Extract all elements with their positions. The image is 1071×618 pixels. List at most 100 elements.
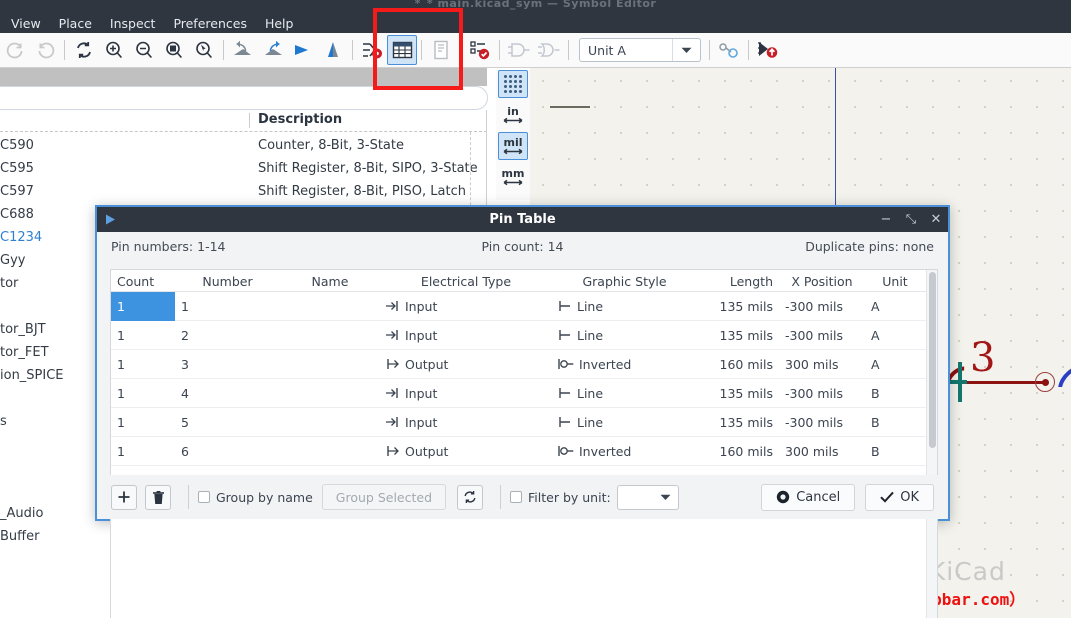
rotate-ccw-icon[interactable] bbox=[228, 35, 258, 65]
cell-count[interactable]: 1 bbox=[111, 291, 175, 321]
cell-unit[interactable]: B bbox=[865, 408, 925, 437]
cell-electrical-type[interactable]: Output bbox=[380, 437, 552, 466]
dialog-titlebar[interactable]: Pin Table − ⤡ ✕ bbox=[97, 207, 948, 232]
cell-number[interactable]: 5 bbox=[175, 408, 280, 437]
cell-unit[interactable]: B bbox=[865, 379, 925, 408]
cell-number[interactable]: 4 bbox=[175, 379, 280, 408]
column-header-count[interactable]: Count bbox=[111, 270, 175, 292]
chevron-down-icon[interactable] bbox=[660, 494, 671, 501]
table-row[interactable]: 1 4 Input Line 135 mils -300 mils B bbox=[111, 379, 937, 408]
filter-by-unit-checkbox[interactable]: Filter by unit: bbox=[510, 490, 611, 505]
cell-graphic-style[interactable]: Inverted bbox=[552, 437, 697, 466]
undo-rotate-icon[interactable] bbox=[0, 35, 30, 65]
zoom-in-icon[interactable] bbox=[99, 35, 129, 65]
cell-x-position[interactable]: -300 mils bbox=[779, 408, 865, 437]
group-by-name-checkbox[interactable]: Group by name bbox=[198, 490, 313, 505]
demorgan-alternate-icon[interactable] bbox=[534, 35, 564, 65]
mirror-vertical-icon[interactable] bbox=[318, 35, 348, 65]
cell-count[interactable]: 1 bbox=[111, 379, 175, 408]
cell-x-position[interactable]: -300 mils bbox=[779, 379, 865, 408]
filter-unit-select[interactable] bbox=[616, 484, 679, 510]
cell-length[interactable]: 135 mils bbox=[697, 379, 779, 408]
cell-count[interactable]: 1 bbox=[111, 350, 175, 379]
symbol-properties-icon[interactable] bbox=[357, 35, 387, 65]
cell-unit[interactable]: B bbox=[865, 437, 925, 466]
cell-name[interactable] bbox=[280, 350, 380, 379]
zoom-selection-icon[interactable] bbox=[189, 35, 219, 65]
cell-unit[interactable]: A bbox=[865, 321, 925, 350]
menu-item-view[interactable]: View bbox=[2, 15, 50, 32]
delete-pin-button[interactable] bbox=[145, 484, 171, 510]
cell-number[interactable]: 3 bbox=[175, 350, 280, 379]
checkbox-box[interactable] bbox=[198, 491, 210, 503]
refresh-table-button[interactable] bbox=[457, 484, 484, 510]
menu-item-place[interactable]: Place bbox=[50, 15, 101, 32]
unit-select[interactable]: Unit A bbox=[579, 38, 701, 62]
cell-length[interactable]: 160 mils bbox=[697, 350, 779, 379]
cell-electrical-type[interactable]: Output bbox=[380, 350, 552, 379]
cell-name[interactable] bbox=[280, 379, 380, 408]
refresh-icon[interactable] bbox=[69, 35, 99, 65]
export-symbol-icon[interactable] bbox=[753, 35, 783, 65]
cell-count[interactable]: 1 bbox=[111, 437, 175, 466]
cell-name[interactable] bbox=[280, 292, 380, 321]
cell-x-position[interactable]: -300 mils bbox=[779, 292, 865, 321]
symbol-tree-row[interactable]: C597 Shift Register, 8-Bit, PISO, Latch bbox=[0, 182, 487, 205]
pin-table-scrollbar-thumb[interactable] bbox=[929, 272, 936, 448]
pin-table-scrollbar[interactable] bbox=[926, 270, 937, 618]
table-row[interactable]: 1 2 Input Line 135 mils -300 mils A bbox=[111, 321, 937, 350]
table-row[interactable]: 1 6 Output Inverted 160 mils 300 mils B bbox=[111, 437, 937, 466]
rotate-cw-icon[interactable] bbox=[258, 35, 288, 65]
cell-name[interactable] bbox=[280, 321, 380, 350]
group-selected-button[interactable]: Group Selected bbox=[321, 484, 447, 510]
cell-name[interactable] bbox=[280, 408, 380, 437]
ok-button[interactable]: OK bbox=[865, 483, 934, 511]
zoom-fit-icon[interactable] bbox=[159, 35, 189, 65]
column-header-length[interactable]: Length bbox=[697, 270, 779, 292]
close-icon[interactable]: ✕ bbox=[930, 213, 942, 226]
cell-number[interactable]: 1 bbox=[175, 292, 280, 321]
pin-table-icon[interactable] bbox=[387, 35, 417, 65]
cell-unit[interactable]: A bbox=[865, 350, 925, 379]
cell-electrical-type[interactable]: Input bbox=[380, 321, 552, 350]
cell-count[interactable]: 1 bbox=[111, 321, 175, 350]
cell-graphic-style[interactable]: Inverted bbox=[552, 350, 697, 379]
add-pin-button[interactable] bbox=[111, 484, 137, 510]
cell-x-position[interactable]: 300 mils bbox=[779, 350, 865, 379]
cell-x-position[interactable]: 300 mils bbox=[779, 437, 865, 466]
column-header-graphic-style[interactable]: Graphic Style bbox=[552, 270, 697, 292]
units-inch-button[interactable]: in bbox=[498, 101, 528, 129]
maximize-icon[interactable]: ⤡ bbox=[905, 213, 917, 226]
symbol-tree-row[interactable]: C590 Counter, 8-Bit, 3-State bbox=[0, 136, 487, 159]
cell-electrical-type[interactable]: Input bbox=[380, 292, 552, 321]
menu-item-inspect[interactable]: Inspect bbox=[101, 15, 165, 32]
cell-length[interactable]: 160 mils bbox=[697, 437, 779, 466]
symbol-search-input[interactable] bbox=[0, 86, 488, 110]
mirror-horizontal-icon[interactable] bbox=[288, 35, 318, 65]
cell-length[interactable]: 135 mils bbox=[697, 321, 779, 350]
cell-graphic-style[interactable]: Line bbox=[552, 321, 697, 350]
symbol-tree-row[interactable]: C595 Shift Register, 8-Bit, SIPO, 3-State bbox=[0, 159, 487, 182]
cell-number[interactable]: 6 bbox=[175, 437, 280, 466]
cell-graphic-style[interactable]: Line bbox=[552, 408, 697, 437]
redo-rotate-icon[interactable] bbox=[30, 35, 60, 65]
units-mil-button[interactable]: mil bbox=[498, 132, 528, 160]
pin-table-grid[interactable]: Count Number Name Electrical Type Graphi… bbox=[110, 269, 938, 618]
zoom-out-icon[interactable] bbox=[129, 35, 159, 65]
checkbox-box[interactable] bbox=[510, 491, 523, 503]
cell-electrical-type[interactable]: Input bbox=[380, 379, 552, 408]
column-header-electrical-type[interactable]: Electrical Type bbox=[380, 270, 552, 292]
cell-name[interactable] bbox=[280, 437, 380, 466]
menu-item-help[interactable]: Help bbox=[256, 15, 303, 32]
menu-item-preferences[interactable]: Preferences bbox=[164, 15, 256, 32]
column-header-unit[interactable]: Unit bbox=[865, 270, 925, 292]
cell-unit[interactable]: A bbox=[865, 292, 925, 321]
pin-link-icon[interactable] bbox=[714, 35, 744, 65]
cell-x-position[interactable]: -300 mils bbox=[779, 321, 865, 350]
cell-graphic-style[interactable]: Line bbox=[552, 292, 697, 321]
cell-count[interactable]: 1 bbox=[111, 408, 175, 437]
table-row[interactable]: 1 5 Input Line 135 mils -300 mils B bbox=[111, 408, 937, 437]
demorgan-standard-icon[interactable] bbox=[504, 35, 534, 65]
cell-number[interactable]: 2 bbox=[175, 321, 280, 350]
minimize-icon[interactable]: − bbox=[880, 213, 892, 226]
